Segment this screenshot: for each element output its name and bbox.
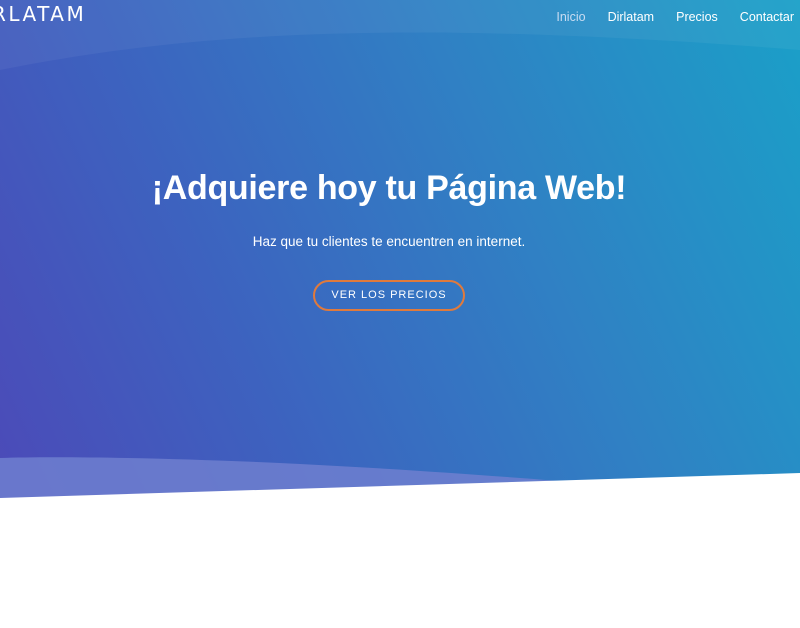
view-prices-button[interactable]: VER LOS PRECIOS bbox=[313, 280, 465, 311]
nav-item-inicio[interactable]: Inicio bbox=[556, 9, 585, 25]
nav-item-precios[interactable]: Precios bbox=[676, 9, 718, 25]
nav-menu: Inicio Dirlatam Precios Contactar bbox=[534, 9, 794, 25]
hero-wave-divider bbox=[0, 457, 800, 510]
nav-item-contactar[interactable]: Contactar bbox=[740, 9, 794, 25]
nav-item-dirlatam[interactable]: Dirlatam bbox=[608, 9, 655, 25]
top-nav: RLATAM Inicio Dirlatam Precios Contactar bbox=[0, 0, 800, 34]
page: RLATAM Inicio Dirlatam Precios Contactar… bbox=[0, 0, 800, 628]
hero-subtitle: Haz que tu clientes te encuentren en int… bbox=[252, 234, 526, 249]
hero-headline: ¡Adquiere hoy tu Página Web! bbox=[151, 169, 627, 207]
logo[interactable]: RLATAM bbox=[0, 2, 86, 26]
hero-section: RLATAM Inicio Dirlatam Precios Contactar… bbox=[0, 0, 800, 500]
